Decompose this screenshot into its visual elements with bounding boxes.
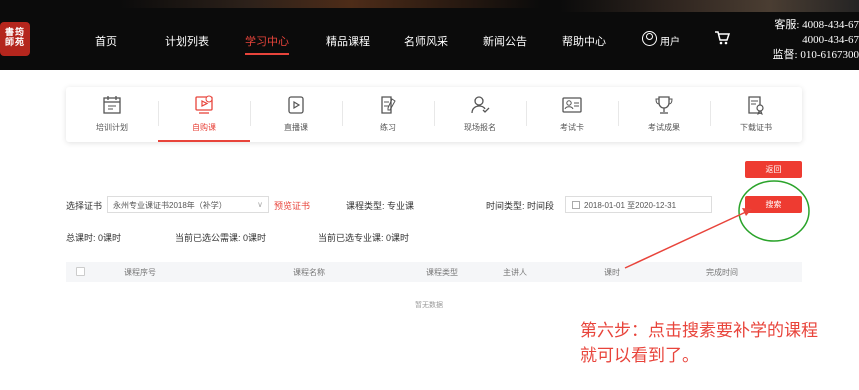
- nav-news[interactable]: 新闻公告: [483, 33, 527, 49]
- column-header: 主讲人: [503, 268, 527, 277]
- tab-label: 练习: [380, 123, 396, 132]
- practice-icon: [381, 96, 396, 114]
- date-range-input[interactable]: 2018-01-01 至2020-12-31: [565, 196, 712, 213]
- certificate-icon: [748, 96, 764, 115]
- tab-training-plan[interactable]: 培训计划: [66, 87, 158, 142]
- column-header: 课程序号: [124, 268, 156, 277]
- cart-icon[interactable]: [714, 31, 730, 45]
- calendar-icon: [103, 96, 121, 114]
- category-tabs: 培训计划 自购课 直播课 练习 现场报名 考试卡 考试成果 下载证书: [66, 87, 802, 142]
- certificate-select-value: 永州专业课证书2018年（补学）: [113, 201, 227, 210]
- step-annotation-line1: 第六步：点击搜素要补学的课程: [580, 321, 818, 340]
- tab-download-certificate[interactable]: 下载证书: [710, 87, 802, 142]
- tab-label: 自购课: [192, 123, 216, 132]
- preview-certificate-link[interactable]: 预览证书: [274, 199, 310, 212]
- nav-help[interactable]: 帮助中心: [562, 33, 606, 49]
- tab-label: 考试卡: [560, 123, 584, 132]
- main-nav: 首页 计划列表 学习中心 精品课程 名师风采 新闻公告 帮助中心: [0, 0, 859, 70]
- tab-label: 培训计划: [96, 123, 128, 132]
- step-annotation: 第六步：点击搜素要补学的课程 就可以看到了。: [580, 318, 859, 368]
- tab-live-course[interactable]: 直播课: [250, 87, 342, 142]
- user-avatar-icon[interactable]: [642, 31, 657, 46]
- trophy-icon: [655, 96, 673, 114]
- date-range-value: 2018-01-01 至2020-12-31: [584, 201, 677, 210]
- live-icon: [288, 96, 304, 114]
- nav-learning-center[interactable]: 学习中心: [245, 33, 289, 49]
- tab-self-purchased[interactable]: 自购课: [158, 87, 250, 142]
- course-type-label: 课程类型: 专业课: [346, 201, 415, 211]
- column-header: 课程名称: [293, 268, 325, 277]
- annotation-arrow: [624, 210, 749, 269]
- nav-home[interactable]: 首页: [95, 33, 117, 49]
- search-button[interactable]: 搜索: [745, 196, 802, 213]
- professional-course-hours: 当前已选专业课: 0课时: [318, 233, 410, 243]
- nav-plan-list[interactable]: 计划列表: [165, 33, 209, 49]
- register-icon: [471, 96, 490, 114]
- tab-label: 下载证书: [740, 123, 772, 132]
- time-type-label: 时间类型: 时间段: [486, 201, 555, 211]
- contact-line-phone2: 4000-434-67: [802, 34, 859, 46]
- column-header: 课时: [604, 268, 620, 277]
- contact-line-supervision: 监督: 010-6167300: [772, 49, 859, 61]
- nav-teachers[interactable]: 名师风采: [404, 33, 448, 49]
- course-table-header: 课程序号 课程名称 课程类型 主讲人 课时 完成时间: [66, 262, 802, 282]
- column-header: 完成时间: [706, 268, 738, 277]
- empty-state-text: 暂无数据: [415, 302, 443, 309]
- nav-premium-courses[interactable]: 精品课程: [326, 33, 370, 49]
- tab-label: 考试成果: [648, 123, 680, 132]
- tab-label: 直播课: [284, 123, 308, 132]
- tab-practice[interactable]: 练习: [342, 87, 434, 142]
- certificate-select-label: 选择证书: [66, 201, 103, 211]
- total-hours: 总课时: 0课时: [66, 233, 122, 243]
- cart-course-icon: [195, 95, 213, 114]
- step-annotation-line2: 就可以看到了。: [580, 346, 699, 365]
- calendar-icon: [572, 201, 580, 209]
- card-icon: [562, 97, 582, 113]
- contact-info: 客服: 4008-434-67 4000-434-67 监督: 010-6167…: [773, 18, 859, 63]
- top-navigation-bar: 書筠 師苑 首页 计划列表 学习中心 精品课程 名师风采 新闻公告 帮助中心 用户…: [0, 0, 859, 70]
- tab-label: 现场报名: [464, 123, 496, 132]
- select-all-checkbox[interactable]: [76, 267, 85, 276]
- tab-exam-results[interactable]: 考试成果: [618, 87, 710, 142]
- user-name[interactable]: 用户: [660, 33, 680, 48]
- active-nav-indicator: [245, 53, 289, 55]
- certificate-select[interactable]: 永州专业课证书2018年（补学） ∨: [107, 196, 269, 213]
- public-course-hours: 当前已选公需课: 0课时: [175, 233, 267, 243]
- chevron-down-icon: ∨: [257, 200, 263, 209]
- tab-onsite-registration[interactable]: 现场报名: [434, 87, 526, 142]
- column-header: 课程类型: [426, 268, 458, 277]
- tab-exam-card[interactable]: 考试卡: [526, 87, 618, 142]
- contact-line-service: 客服: 4008-434-67: [774, 19, 859, 31]
- back-button[interactable]: 返回: [745, 161, 802, 178]
